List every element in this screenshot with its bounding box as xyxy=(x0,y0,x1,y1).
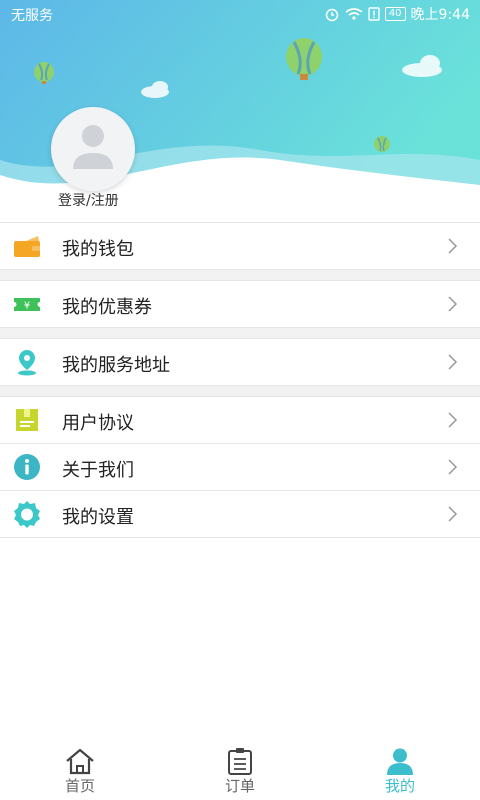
sim-alert-icon xyxy=(368,7,380,21)
avatar[interactable] xyxy=(51,107,135,191)
section-gap xyxy=(0,327,480,339)
menu-item-label: 我的设置 xyxy=(62,507,134,528)
coupon-icon: ¥ xyxy=(14,298,40,312)
info-icon xyxy=(14,454,40,480)
tab-orders[interactable]: 订单 xyxy=(180,742,300,800)
chevron-right-icon xyxy=(448,506,458,522)
tab-label: 订单 xyxy=(224,777,255,795)
battery-indicator: 40 xyxy=(384,7,406,21)
clock-text: 晚上9:44 xyxy=(410,7,470,23)
tab-label: 我的 xyxy=(384,777,415,795)
section-gap xyxy=(0,269,480,281)
menu-item-coupons[interactable]: ¥ 我的优惠券 xyxy=(0,281,480,327)
section-gap xyxy=(0,385,480,397)
profile-header: 无服务 40 晚上9:44 登录/注册 xyxy=(0,0,480,215)
agreement-icon xyxy=(16,409,38,431)
chevron-right-icon xyxy=(448,412,458,428)
chevron-right-icon xyxy=(448,296,458,312)
menu-item-label: 我的优惠券 xyxy=(62,297,152,318)
menu-item-label: 用户协议 xyxy=(62,413,134,434)
user-icon xyxy=(387,748,413,775)
menu-item-user-agreement[interactable]: 用户协议 xyxy=(0,397,480,443)
tab-home[interactable]: 首页 xyxy=(20,742,140,800)
location-pin-icon xyxy=(18,350,36,376)
status-bar: 无服务 40 晚上9:44 xyxy=(0,0,480,28)
home-icon xyxy=(66,748,94,775)
chevron-right-icon xyxy=(448,354,458,370)
menu-item-wallet[interactable]: 我的钱包 xyxy=(0,223,480,269)
menu-item-label: 我的服务地址 xyxy=(62,355,170,376)
chevron-right-icon xyxy=(448,459,458,475)
menu-item-about-us[interactable]: 关于我们 xyxy=(0,444,480,490)
balloon-icon xyxy=(374,136,390,152)
menu-item-settings[interactable]: 我的设置 xyxy=(0,491,480,537)
carrier-text: 无服务 xyxy=(11,8,53,24)
chevron-right-icon xyxy=(448,238,458,254)
tab-label: 首页 xyxy=(64,777,95,795)
menu-item-label: 我的钱包 xyxy=(62,239,134,260)
gear-icon xyxy=(14,501,40,528)
alarm-icon xyxy=(325,8,339,22)
user-avatar-icon xyxy=(73,125,113,169)
tab-mine[interactable]: 我的 xyxy=(340,742,460,800)
login-register-link[interactable]: 登录/注册 xyxy=(58,190,119,210)
wifi-icon xyxy=(345,8,363,20)
divider xyxy=(0,537,480,538)
svg-text:¥: ¥ xyxy=(24,301,30,312)
wallet-icon xyxy=(14,236,40,257)
menu-item-service-address[interactable]: 我的服务地址 xyxy=(0,339,480,385)
bottom-tab-bar: 首页 订单 我的 xyxy=(0,742,480,800)
order-icon xyxy=(228,748,252,775)
menu-item-label: 关于我们 xyxy=(62,460,134,481)
